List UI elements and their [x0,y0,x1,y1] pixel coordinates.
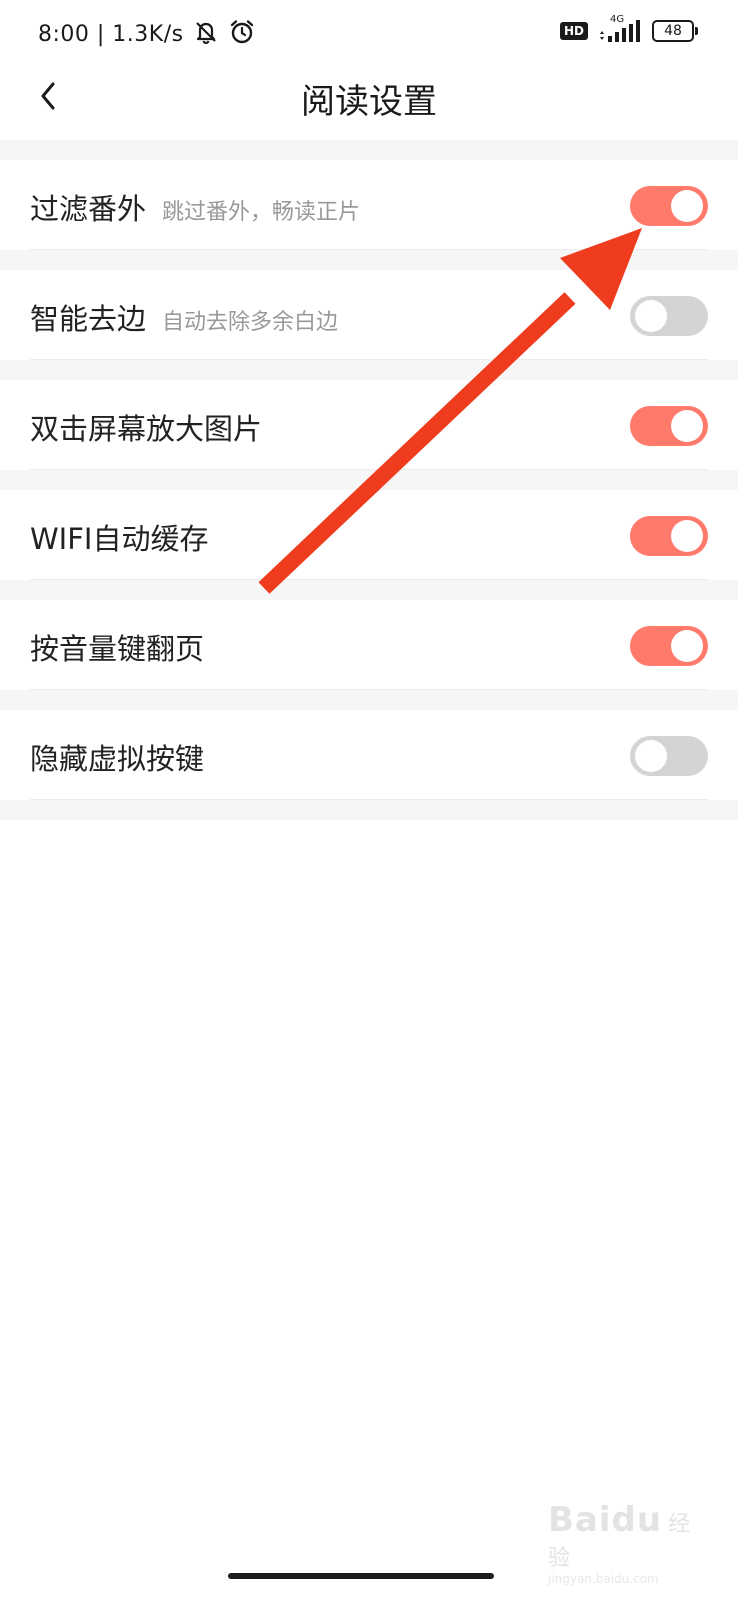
hd-badge: HD [559,22,588,40]
alarm-icon [228,18,256,50]
setting-title: 隐藏虚拟按键 [30,736,204,778]
page-title: 阅读设置 [301,82,437,122]
section-gap [0,360,738,380]
baidu-jingyan-watermark: Baidu 经验 jingyan.baidu.com [548,1500,708,1586]
setting-title: 按音量键翻页 [30,626,204,668]
toggle-knob [671,190,703,222]
status-left: 8:00 | 1.3K/s [38,18,256,50]
toggle-knob [671,630,703,662]
setting-row-hide-nav-keys: 隐藏虚拟按键 [0,710,738,800]
row-divider [30,469,708,470]
setting-subtitle: 跳过番外，畅读正片 [162,200,361,225]
wifi-cache-toggle[interactable] [630,516,708,556]
setting-subtitle: 自动去除多余白边 [162,310,339,335]
screen: 8:00 | 1.3K/s HD 4G 48 阅读设置 过滤番外 跳过番外，畅读… [0,0,738,1600]
battery-icon: 48 [652,20,698,42]
row-divider [30,579,708,580]
row-divider [30,689,708,690]
home-indicator[interactable] [228,1573,494,1579]
setting-row-volume-page-turn: 按音量键翻页 [0,600,738,690]
watermark-url: jingyan.baidu.com [548,1572,659,1586]
setting-title-text: 按音量键翻页 [30,632,205,666]
section-gap [0,800,738,820]
setting-title-text: 智能去边 [30,302,147,336]
setting-row-smart-crop: 智能去边 自动去除多余白边 [0,270,738,360]
status-time-speed: 8:00 | 1.3K/s [38,21,184,47]
row-divider [30,359,708,360]
toggle-knob [671,520,703,552]
setting-title: 过滤番外 跳过番外，畅读正片 [30,186,360,228]
bell-muted-icon [192,18,220,50]
settings-list: 过滤番外 跳过番外，畅读正片 智能去边 自动去除多余白边 双击屏幕放大图片 WIFI… [0,140,738,820]
battery-level: 48 [652,20,694,42]
setting-title-text: 双击屏幕放大图片 [30,412,263,446]
double-tap-zoom-toggle[interactable] [630,406,708,446]
smart-crop-toggle[interactable] [630,296,708,336]
setting-row-double-tap-zoom: 双击屏幕放大图片 [0,380,738,470]
toggle-knob [671,410,703,442]
battery-tip [695,27,698,35]
row-divider [30,799,708,800]
section-gap [0,470,738,490]
section-gap [0,690,738,710]
hide-nav-keys-toggle[interactable] [630,736,708,776]
setting-title: 双击屏幕放大图片 [30,406,262,448]
toggle-knob [635,740,667,772]
status-bar: 8:00 | 1.3K/s HD 4G 48 [0,0,738,64]
setting-title-text: WIFI自动缓存 [30,522,209,556]
section-gap [0,250,738,270]
setting-title: 智能去边 自动去除多余白边 [30,296,338,338]
watermark-logo: Baidu [548,1500,663,1540]
status-right: HD 4G 48 [559,14,698,44]
section-gap [0,140,738,160]
filter-extras-toggle[interactable] [630,186,708,226]
setting-title-text: 隐藏虚拟按键 [30,742,205,776]
setting-title-text: 过滤番外 [30,192,147,226]
header: 阅读设置 [0,64,738,140]
setting-title: WIFI自动缓存 [30,516,208,558]
toggle-knob [635,300,667,332]
signal-strength-icon: 4G [598,14,642,44]
volume-page-turn-toggle[interactable] [630,626,708,666]
section-gap [0,580,738,600]
setting-row-wifi-cache: WIFI自动缓存 [0,490,738,580]
setting-row-filter-extras: 过滤番外 跳过番外，畅读正片 [0,160,738,250]
row-divider [30,249,708,250]
